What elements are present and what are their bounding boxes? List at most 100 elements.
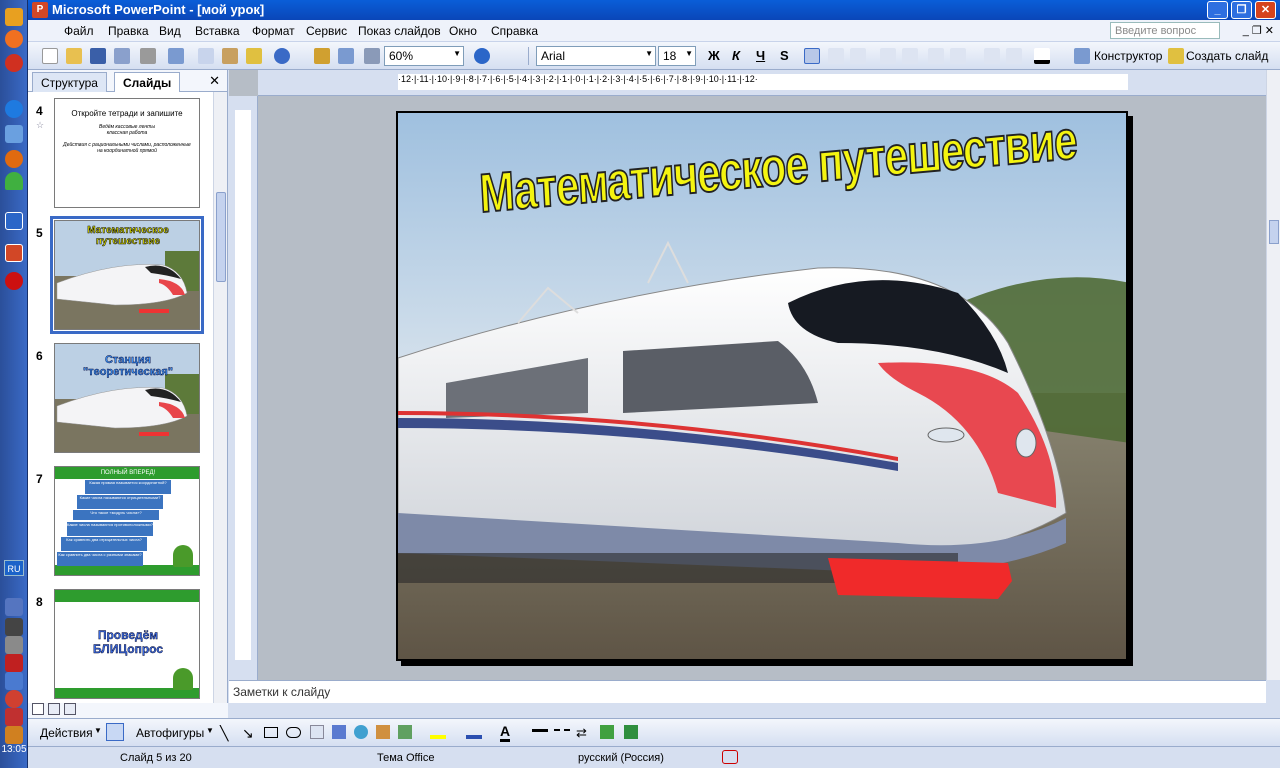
- pane-close-icon[interactable]: ✕: [209, 73, 220, 89]
- ask-question-input[interactable]: Введите вопрос: [1110, 22, 1220, 39]
- designer-button[interactable]: Конструктор: [1094, 49, 1162, 63]
- wordart-icon[interactable]: [332, 725, 346, 739]
- slide-thumbnail-6[interactable]: Станция "теоретическая": [54, 343, 200, 453]
- arrow-style-icon[interactable]: ⇄: [576, 725, 587, 741]
- numbering-icon[interactable]: [880, 48, 896, 64]
- slideshow-view-icon[interactable]: [64, 703, 76, 715]
- 3d-style-icon[interactable]: [624, 725, 638, 739]
- open-icon[interactable]: [66, 48, 82, 64]
- new-slide-icon[interactable]: [1168, 48, 1184, 64]
- line-color-icon[interactable]: [466, 725, 482, 739]
- fill-color-icon[interactable]: [430, 725, 446, 739]
- increase-font-icon[interactable]: [928, 48, 944, 64]
- font-select[interactable]: Arial ▼: [536, 46, 656, 66]
- restore-button[interactable]: ❐: [1231, 1, 1252, 19]
- notes-pane[interactable]: Заметки к слайду: [229, 680, 1266, 703]
- arrow-icon[interactable]: ↘: [242, 725, 254, 742]
- media-icon[interactable]: [5, 54, 23, 72]
- clipart-icon[interactable]: [376, 725, 390, 739]
- font-color-icon[interactable]: [1034, 48, 1050, 64]
- language-indicator[interactable]: RU: [4, 560, 24, 576]
- spell-check-icon[interactable]: [722, 750, 738, 764]
- font-color-icon[interactable]: A: [500, 723, 511, 742]
- bold-button[interactable]: Ж: [708, 48, 720, 63]
- bullets-icon[interactable]: [902, 48, 918, 64]
- menu-view[interactable]: Вид: [159, 24, 181, 38]
- tab-slides[interactable]: Слайды: [114, 72, 181, 92]
- firefox-icon[interactable]: [5, 150, 23, 168]
- shadow-button[interactable]: S: [780, 48, 789, 63]
- actions-menu[interactable]: Действия: [40, 726, 93, 740]
- rectangle-icon[interactable]: [264, 727, 278, 738]
- save-icon[interactable]: [90, 48, 106, 64]
- tab-outline[interactable]: Структура: [32, 72, 107, 92]
- menu-slideshow[interactable]: Показ слайдов: [358, 24, 441, 38]
- indent-icon[interactable]: [984, 48, 1000, 64]
- table-icon[interactable]: [338, 48, 354, 64]
- powerpoint-icon[interactable]: [5, 244, 23, 262]
- menu-insert[interactable]: Вставка: [195, 24, 240, 38]
- spelling-icon[interactable]: [168, 48, 184, 64]
- editor-scrollbar[interactable]: [1266, 70, 1280, 680]
- windows-start-icon[interactable]: [5, 8, 23, 26]
- doc-close-icon[interactable]: _ ❐ ✕: [1243, 24, 1274, 37]
- tray-volume-icon[interactable]: [5, 636, 23, 654]
- opera-icon[interactable]: [5, 272, 23, 290]
- align-center-icon[interactable]: [828, 48, 844, 64]
- minimize-button[interactable]: _: [1207, 1, 1228, 19]
- slide-thumbnail-7[interactable]: ПОЛНЫЙ ВПЕРЕД! Какая прямая называется к…: [54, 466, 200, 576]
- align-right-icon[interactable]: [850, 48, 866, 64]
- tray-shield-icon[interactable]: [5, 726, 23, 744]
- grid-icon[interactable]: [364, 48, 380, 64]
- oval-icon[interactable]: [286, 727, 301, 738]
- powerpoint-app-icon[interactable]: P: [32, 2, 48, 18]
- tray-alert-icon[interactable]: [5, 708, 23, 726]
- diagram-icon[interactable]: [354, 725, 368, 739]
- menu-tools[interactable]: Сервис: [306, 24, 347, 38]
- tray-app-icon[interactable]: [5, 618, 23, 636]
- print-icon[interactable]: [140, 48, 156, 64]
- line-style-icon[interactable]: [532, 729, 548, 732]
- autoshapes-menu[interactable]: Автофигуры: [136, 726, 204, 740]
- font-size-select[interactable]: 18 ▼: [658, 46, 696, 66]
- new-icon[interactable]: [42, 48, 58, 64]
- menu-window[interactable]: Окно: [449, 24, 477, 38]
- slide-thumbnail-8[interactable]: Проведём БЛИЦопрос: [54, 589, 200, 699]
- zoom-select[interactable]: 60% ▼: [384, 46, 464, 66]
- close-button[interactable]: ✕: [1255, 1, 1276, 19]
- slide-thumbnail-5[interactable]: Математическое путешествие: [50, 216, 204, 334]
- permission-icon[interactable]: [114, 48, 130, 64]
- decrease-font-icon[interactable]: [950, 48, 966, 64]
- shadow-style-icon[interactable]: [600, 725, 614, 739]
- select-cursor-icon[interactable]: [106, 723, 124, 741]
- italic-button[interactable]: К: [732, 48, 740, 63]
- tray-network-icon[interactable]: [5, 598, 23, 616]
- line-icon[interactable]: ╲: [220, 725, 228, 742]
- textbox-icon[interactable]: [310, 725, 324, 739]
- tray-antivirus-icon[interactable]: [5, 654, 23, 672]
- thumbnail-scrollbar[interactable]: [213, 92, 227, 703]
- underline-button[interactable]: Ч: [756, 48, 765, 63]
- dash-style-icon[interactable]: [554, 729, 570, 731]
- undo-icon[interactable]: [274, 48, 290, 64]
- scroll-thumb[interactable]: [216, 192, 226, 282]
- menu-help[interactable]: Справка: [491, 24, 538, 38]
- sorter-view-icon[interactable]: [48, 703, 60, 715]
- paste-icon[interactable]: [222, 48, 238, 64]
- menu-file[interactable]: Файл: [64, 24, 94, 38]
- menu-edit[interactable]: Правка: [108, 24, 149, 38]
- outdent-icon[interactable]: [1006, 48, 1022, 64]
- help-icon[interactable]: [474, 48, 490, 64]
- ie-icon[interactable]: [5, 100, 23, 118]
- copy-icon[interactable]: [198, 48, 214, 64]
- tray-update-icon[interactable]: [5, 672, 23, 690]
- design-icon[interactable]: [1074, 48, 1090, 64]
- picture-icon[interactable]: [398, 725, 412, 739]
- current-slide[interactable]: Математическое путешествие: [396, 111, 1128, 661]
- slide-thumbnail-4[interactable]: Откройте тетради и запишите Ведём кассов…: [54, 98, 200, 208]
- browser-icon[interactable]: [5, 30, 23, 48]
- word-icon[interactable]: [5, 212, 23, 230]
- chrome-icon[interactable]: [5, 172, 23, 190]
- format-painter-icon[interactable]: [246, 48, 262, 64]
- new-slide-button[interactable]: Создать слайд: [1186, 49, 1268, 63]
